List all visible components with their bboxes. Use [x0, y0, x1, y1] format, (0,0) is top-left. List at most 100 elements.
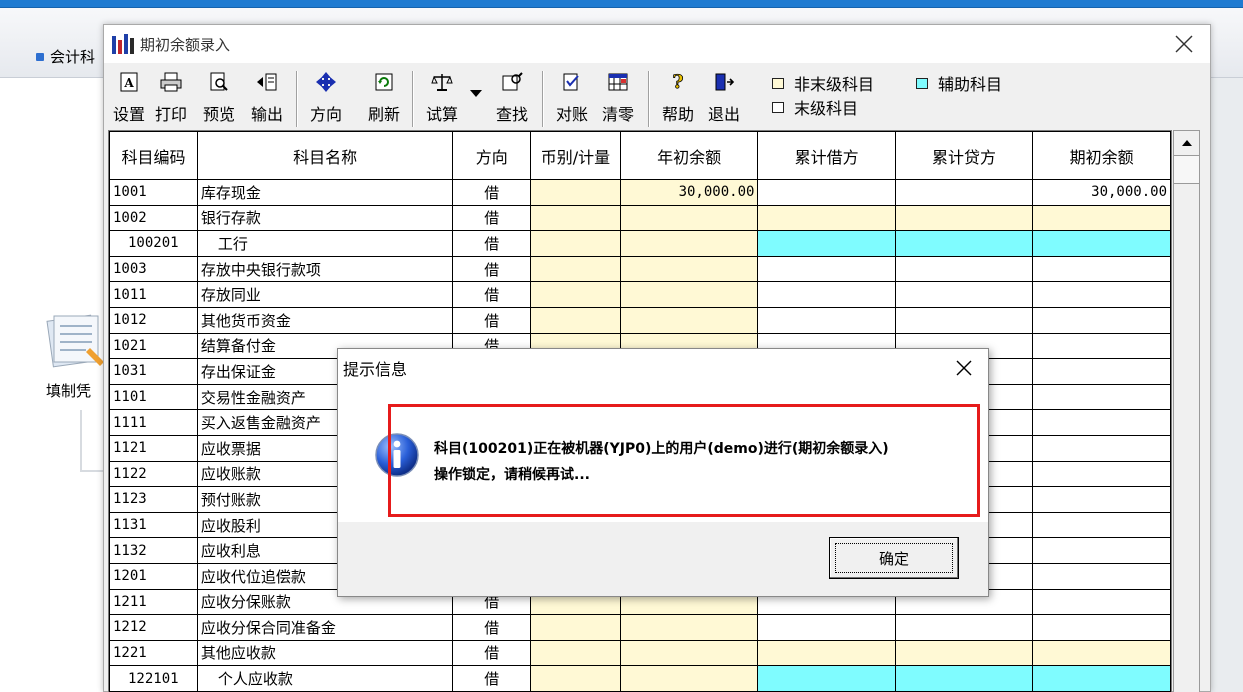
- cell-opening[interactable]: [1032, 255, 1171, 283]
- cell-name[interactable]: 存放中央银行款项: [196, 255, 454, 283]
- cell-currency[interactable]: [530, 665, 621, 692]
- cell-credit[interactable]: [894, 255, 1034, 283]
- header-opening[interactable]: 期初余额: [1032, 131, 1171, 180]
- table-row[interactable]: 1003 存放中央银行款项借: [109, 255, 1171, 283]
- cell-debit[interactable]: [757, 665, 896, 692]
- cell-year-opening[interactable]: [619, 639, 759, 667]
- table-row[interactable]: 1001 库存现金借 30,000.00 30,000.00: [109, 179, 1171, 206]
- cell-code[interactable]: 1131: [109, 511, 198, 539]
- cell-credit[interactable]: [894, 639, 1034, 667]
- ok-button[interactable]: 确定: [829, 537, 959, 579]
- cell-direction[interactable]: 借: [452, 639, 532, 667]
- cell-year-opening[interactable]: [619, 665, 759, 692]
- voucher-document-icon[interactable]: [46, 308, 104, 370]
- trial-balance-button[interactable]: 试算: [420, 69, 464, 127]
- refresh-button[interactable]: 刷新: [362, 69, 406, 127]
- print-button[interactable]: 打印: [149, 69, 193, 127]
- cell-code[interactable]: 1002: [109, 204, 198, 232]
- cell-opening[interactable]: [1032, 486, 1171, 513]
- cell-name[interactable]: 存放同业: [196, 281, 454, 308]
- cell-year-opening[interactable]: [619, 204, 759, 232]
- cell-code[interactable]: 1132: [109, 537, 198, 564]
- cell-opening[interactable]: [1032, 409, 1171, 436]
- direction-button[interactable]: 方向: [304, 69, 348, 127]
- table-row[interactable]: 100201 工行借: [109, 230, 1171, 257]
- clear-button[interactable]: 清零: [596, 69, 640, 127]
- cell-opening[interactable]: [1032, 434, 1171, 462]
- cell-code[interactable]: 1003: [109, 255, 198, 283]
- cell-credit[interactable]: [894, 230, 1034, 257]
- help-button[interactable]: ? 帮助: [656, 69, 700, 127]
- cell-opening[interactable]: [1032, 306, 1171, 334]
- table-row[interactable]: 1012 其他货币资金借: [109, 306, 1171, 334]
- cell-debit[interactable]: [757, 255, 896, 283]
- cell-credit[interactable]: [894, 281, 1034, 308]
- close-icon[interactable]: [1172, 32, 1196, 56]
- cell-opening[interactable]: [1032, 358, 1171, 385]
- cell-code[interactable]: 1211: [109, 588, 198, 616]
- export-button[interactable]: 输出: [245, 69, 289, 127]
- cell-name[interactable]: 工行: [196, 230, 454, 257]
- cell-year-opening[interactable]: [619, 255, 759, 283]
- cell-direction[interactable]: 借: [452, 204, 532, 232]
- cell-credit[interactable]: [894, 204, 1034, 232]
- cell-direction[interactable]: 借: [452, 665, 532, 692]
- reconcile-button[interactable]: 对账: [550, 69, 594, 127]
- cell-opening[interactable]: [1032, 332, 1171, 360]
- cell-opening[interactable]: [1032, 537, 1171, 564]
- cell-opening[interactable]: [1032, 230, 1171, 257]
- cell-direction[interactable]: 借: [452, 281, 532, 308]
- cell-direction[interactable]: 借: [452, 179, 532, 206]
- cell-code[interactable]: 1221: [109, 639, 198, 667]
- cell-debit[interactable]: [757, 281, 896, 308]
- cell-debit[interactable]: [757, 639, 896, 667]
- cell-opening[interactable]: [1032, 460, 1171, 488]
- table-row[interactable]: 1221 其他应收款借: [109, 639, 1171, 667]
- cell-code[interactable]: 1012: [109, 306, 198, 334]
- cell-credit[interactable]: [894, 306, 1034, 334]
- cell-opening[interactable]: [1032, 281, 1171, 308]
- cell-name[interactable]: 银行存款: [196, 204, 454, 232]
- close-icon[interactable]: [952, 356, 976, 380]
- cell-credit[interactable]: [894, 614, 1034, 641]
- scroll-up-button[interactable]: [1174, 131, 1199, 156]
- cell-currency[interactable]: [530, 179, 621, 206]
- cell-currency[interactable]: [530, 281, 621, 308]
- app-tab[interactable]: 会计科: [36, 46, 95, 67]
- cell-code[interactable]: 1201: [109, 562, 198, 590]
- cell-opening[interactable]: [1032, 614, 1171, 641]
- cell-opening[interactable]: 30,000.00: [1032, 179, 1171, 206]
- cell-direction[interactable]: 借: [452, 230, 532, 257]
- find-button[interactable]: 查找: [490, 69, 534, 127]
- cell-currency[interactable]: [530, 230, 621, 257]
- cell-code[interactable]: 122101: [109, 665, 198, 692]
- cell-name[interactable]: 其他货币资金: [196, 306, 454, 334]
- table-row[interactable]: 1011 存放同业借: [109, 281, 1171, 308]
- header-year-opening[interactable]: 年初余额: [619, 131, 759, 180]
- exit-button[interactable]: 退出: [702, 69, 746, 127]
- cell-year-opening[interactable]: 30,000.00: [619, 179, 759, 206]
- table-row[interactable]: 1002 银行存款借: [109, 204, 1171, 232]
- cell-debit[interactable]: [757, 614, 896, 641]
- settings-button[interactable]: A 设置: [109, 69, 149, 127]
- preview-button[interactable]: 预览: [197, 69, 241, 127]
- cell-code[interactable]: 1101: [109, 383, 198, 411]
- cell-credit[interactable]: [894, 665, 1034, 692]
- trial-balance-dropdown[interactable]: [468, 69, 484, 127]
- cell-year-opening[interactable]: [619, 614, 759, 641]
- cell-direction[interactable]: 借: [452, 614, 532, 641]
- cell-code[interactable]: 1111: [109, 409, 198, 436]
- window-title-bar[interactable]: 期初余额录入: [104, 25, 1210, 63]
- cell-credit[interactable]: [894, 179, 1034, 206]
- cell-name[interactable]: 库存现金: [196, 179, 454, 206]
- cell-currency[interactable]: [530, 255, 621, 283]
- cell-direction[interactable]: 借: [452, 306, 532, 334]
- cell-code[interactable]: 1123: [109, 486, 198, 513]
- cell-name[interactable]: 个人应收款: [196, 665, 454, 692]
- cell-year-opening[interactable]: [619, 281, 759, 308]
- cell-direction[interactable]: 借: [452, 255, 532, 283]
- cell-name[interactable]: 应收分保合同准备金: [196, 614, 454, 641]
- cell-code[interactable]: 1122: [109, 460, 198, 488]
- cell-opening[interactable]: [1032, 639, 1171, 667]
- scroll-thumb[interactable]: [1174, 156, 1199, 184]
